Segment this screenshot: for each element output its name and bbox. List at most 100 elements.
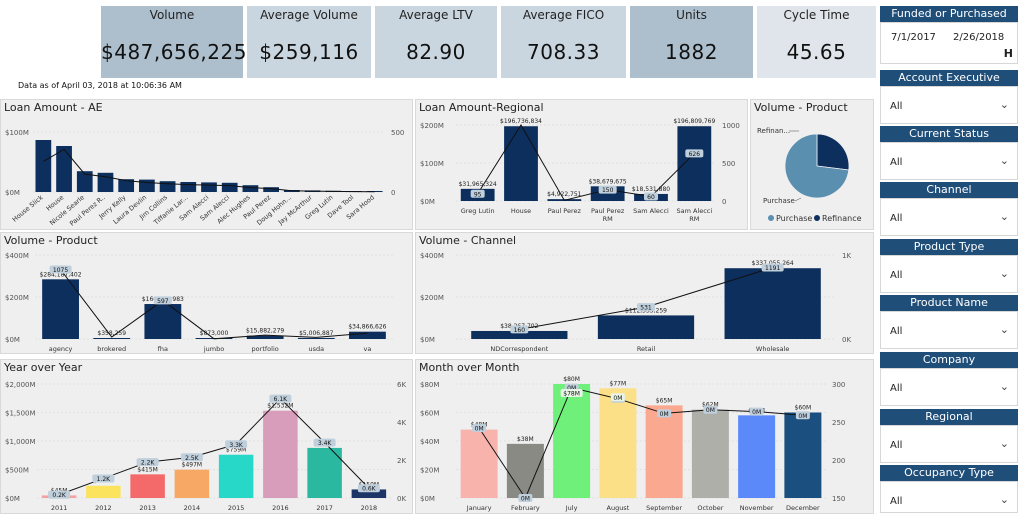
kpi-label: Average LTV [399, 8, 473, 22]
count-label: 0M [798, 413, 807, 420]
count-label: 6.1K [274, 396, 289, 403]
x-tick-label: 2016 [272, 504, 289, 512]
data-label: $15,882,279 [246, 328, 284, 335]
slicer-dropdown[interactable]: All ⌄ [880, 311, 1018, 349]
bar [221, 182, 238, 192]
slicer-dropdown[interactable]: All ⌄ [880, 368, 1018, 406]
kpi-value: $487,656,225 [101, 40, 247, 64]
x-tick-label: va [364, 345, 372, 353]
chevron-down-icon[interactable]: ⌄ [1000, 493, 1009, 506]
chart-volume-channel[interactable]: Volume - Channel $400M$200M$0M1K0K$38,26… [415, 232, 874, 354]
slicer-dropdown[interactable]: All ⌄ [880, 198, 1018, 236]
bar [784, 412, 822, 498]
slicer-dropdown[interactable]: All ⌄ [880, 142, 1018, 180]
bar [504, 126, 538, 201]
chart-loan-amount-regional[interactable]: Loan Amount-Regional $200M $100M $0M 1000 50… [415, 99, 748, 230]
chart-year-over-year[interactable]: Year over Year $2,000M $1,500M $1,000M $500… [0, 359, 413, 514]
y2-tick-label: 500 [391, 129, 404, 137]
y2-tick-label: 1K [842, 252, 851, 260]
count-label: 2.2K [141, 460, 156, 467]
x-tick-label: 2011 [51, 504, 68, 512]
date-start[interactable]: 7/1/2017 [891, 32, 936, 43]
chevron-down-icon[interactable]: ⌄ [1000, 437, 1009, 450]
slicer-date-range[interactable]: 7/1/2017 2/26/2018 H [880, 22, 1018, 64]
bar [130, 474, 165, 498]
chart-title: Month over Month [419, 361, 520, 374]
chart-loan-amount-ae[interactable]: Loan Amount - AE $100M $0M 500 0 House Slick… [0, 99, 413, 230]
chevron-down-icon[interactable]: ⌄ [1000, 267, 1009, 280]
y2-tick-label: 4K [397, 419, 406, 427]
slicer-dropdown[interactable]: All ⌄ [880, 255, 1018, 293]
slicer-value: All [890, 496, 903, 507]
chevron-down-icon[interactable]: ⌄ [1000, 210, 1009, 223]
kpi-value: 45.65 [786, 40, 847, 64]
top-label: 0M [613, 395, 622, 402]
slicer-dropdown[interactable]: All ⌄ [880, 481, 1018, 513]
pie-slice [816, 133, 850, 171]
slicer-header: Regional [880, 409, 1018, 425]
data-label: $18,531,880 [632, 186, 670, 193]
slicer-dropdown[interactable]: All ⌄ [880, 425, 1018, 463]
x-tick-label: July [565, 504, 578, 512]
data-as-of-text: Data as of April 03, 2018 at 10:06:36 AM [18, 81, 182, 90]
count-label: 160 [514, 327, 526, 334]
bar [645, 405, 683, 498]
slicer-date-header: Funded or Purchased Date [880, 6, 1018, 36]
bar [93, 338, 131, 339]
date-end[interactable]: 2/26/2018 [953, 32, 1004, 43]
bar [174, 469, 210, 498]
kpi-value: 708.33 [527, 40, 600, 64]
chart-title: Volume - Product [754, 101, 848, 114]
chart-month-over-month[interactable]: Month over Month $80M $60M $40M $20M $0M 300 2… [415, 359, 874, 514]
chevron-down-icon[interactable]: ⌄ [1000, 98, 1009, 111]
bar [86, 485, 121, 498]
y-tick-label: $0M [5, 189, 20, 197]
chart-title: Volume - Product [4, 234, 98, 247]
data-label: $31,965,324 [459, 181, 497, 188]
range-handle-icon[interactable]: H [1004, 47, 1013, 60]
data-label: $60M [795, 405, 812, 412]
bar [297, 337, 335, 339]
chart-title: Year over Year [4, 361, 83, 374]
chevron-down-icon[interactable]: ⌄ [1000, 323, 1009, 336]
x-tick-label: Retail [637, 345, 656, 353]
bar [597, 315, 695, 339]
x-tick-label: Sam Alecci [676, 207, 712, 215]
y-tick-label: $1,500M [5, 410, 36, 418]
kpi-label: Units [676, 8, 707, 22]
data-label: $38M [517, 436, 534, 443]
y-tick-label: $80M [420, 381, 439, 389]
data-label: $38,679,675 [589, 178, 627, 185]
pie-label: Purchase [763, 197, 795, 205]
count-label: 1.2K [97, 476, 112, 483]
y-tick-label: $0M [5, 336, 20, 344]
chart-title: Loan Amount-Regional [419, 101, 544, 114]
count-label: 95 [474, 191, 482, 198]
slicer-header: Occupancy Type [880, 465, 1018, 481]
chart-volume-product-pie[interactable]: Volume - Product Refinan... Purchase Purch… [750, 99, 874, 230]
chart-title: Loan Amount - AE [4, 101, 103, 114]
slicer-value: All [890, 157, 903, 168]
kpi-average-volume: Average Volume $259,116 [247, 6, 371, 78]
slicer-header: Product Type [880, 239, 1018, 255]
slicer-header: Current Status [880, 126, 1018, 142]
x-tick-label: August [607, 504, 630, 512]
bar [691, 409, 729, 498]
kpi-label: Cycle Time [783, 8, 850, 22]
y-tick-label: $100M [420, 160, 444, 168]
bar [42, 279, 79, 339]
bar [263, 410, 298, 498]
y-tick-label: $0M [5, 495, 20, 503]
chevron-down-icon[interactable]: ⌄ [1000, 380, 1009, 393]
kpi-average-ltv: Average LTV 82.90 [375, 6, 497, 78]
chevron-down-icon[interactable]: ⌄ [1000, 154, 1009, 167]
kpi-value: 82.90 [406, 40, 466, 64]
slicer-dropdown[interactable]: All ⌄ [880, 86, 1018, 124]
x-tick-label: RM [689, 215, 699, 223]
series-line [60, 269, 368, 340]
x-tick-label: Wholesale [756, 345, 790, 353]
x-tick-label: fha [158, 345, 168, 353]
data-label: $80M [563, 376, 580, 383]
chart-volume-product[interactable]: Volume - Product $400M $200M $0M $284,187,4… [0, 232, 413, 354]
bar [218, 454, 254, 498]
